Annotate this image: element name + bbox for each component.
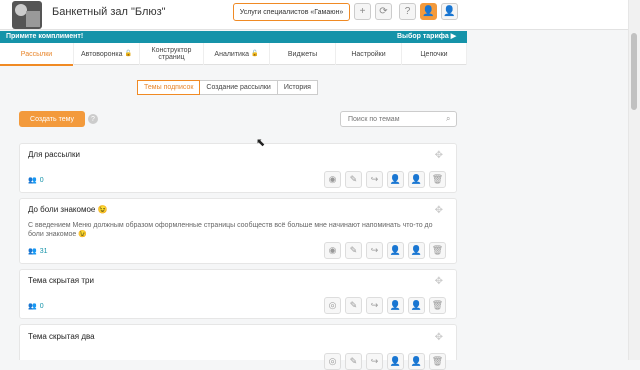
topic-card: Для рассылки ✥ 👥 0 ◉ ✎ ↪ 👤 👤 🗑 (19, 143, 457, 193)
share-icon[interactable]: ↪ (366, 171, 383, 188)
topic-description: С введением Меню должным образом оформле… (28, 222, 433, 238)
user-icon[interactable]: 👤 (441, 3, 458, 20)
share-icon[interactable]: ↪ (366, 297, 383, 314)
topic-actions: ◉ ✎ ↪ 👤 👤 🗑 (320, 242, 446, 259)
add-user-icon[interactable]: 👤 (387, 353, 404, 370)
subtab-history[interactable]: История (276, 80, 318, 95)
scrollbar-thumb[interactable] (631, 33, 637, 110)
topic-actions: ◎ ✎ ↪ 👤 👤 🗑 (320, 297, 446, 314)
add-user-icon[interactable]: 👤 (387, 242, 404, 259)
community-avatar[interactable] (12, 1, 42, 29)
topic-actions: ◉ ✎ ↪ 👤 👤 🗑 (320, 171, 446, 188)
add-user-icon[interactable]: 👤 (387, 297, 404, 314)
topic-title: До боли знакомое 😉 (28, 205, 108, 214)
share-icon[interactable]: ↪ (366, 242, 383, 259)
eye-slash-icon[interactable]: ◎ (324, 297, 341, 314)
users-icon: 👥 (28, 303, 37, 310)
topic-title: Тема скрытая три (28, 276, 94, 285)
tab-widgets[interactable]: Виджеты (270, 43, 336, 65)
topic-card: До боли знакомое 😉 ✥ С введением Меню до… (19, 198, 457, 264)
banner-left-text[interactable]: Примите комплимент! (6, 33, 83, 40)
subtab-create-mailing[interactable]: Создание рассылки (199, 80, 278, 95)
subscriber-count[interactable]: 👥 0 (28, 176, 44, 185)
tab-analytics[interactable]: Аналитика 🔓 (204, 43, 270, 65)
trash-icon[interactable]: 🗑 (429, 242, 446, 259)
specialists-button[interactable]: Услуги специалистов «Гамаюн» (233, 3, 350, 21)
banner-tariff-link[interactable]: Выбор тарифа ▶ (397, 31, 456, 43)
topic-title: Тема скрытая два (28, 332, 95, 341)
main-tabs: Рассылки Автоворонка 🔓 Конструктор страни… (0, 43, 467, 66)
sub-tabs: Темы подписок Создание рассылки История (137, 80, 318, 95)
lock-icon: 🔓 (251, 50, 259, 57)
tab-autofunnel[interactable]: Автоворонка 🔓 (74, 43, 140, 65)
tab-chains[interactable]: Цепочки (402, 43, 467, 65)
drag-handle-icon[interactable]: ✥ (435, 276, 443, 287)
eye-icon[interactable]: ◉ (324, 242, 341, 259)
eye-icon[interactable]: ◉ (324, 171, 341, 188)
eye-slash-icon[interactable]: ◎ (324, 353, 341, 370)
help-icon[interactable]: ? (88, 114, 98, 124)
trash-icon[interactable]: 🗑 (429, 171, 446, 188)
community-title[interactable]: Банкетный зал "Блюз" (52, 6, 166, 18)
edit-icon[interactable]: ✎ (345, 171, 362, 188)
mouse-cursor-icon: ⬉ (256, 137, 266, 149)
user-icon[interactable]: 👤 (408, 353, 425, 370)
drag-handle-icon[interactable]: ✥ (435, 150, 443, 161)
tab-mailings[interactable]: Рассылки (0, 43, 74, 66)
users-icon: 👥 (28, 177, 37, 184)
subscriber-count[interactable]: 👥 0 (28, 302, 44, 311)
topic-card: Тема скрытая три ✥ 👥 0 ◎ ✎ ↪ 👤 👤 🗑 (19, 269, 457, 319)
search-input[interactable] (340, 111, 457, 127)
share-icon[interactable]: ↪ (366, 353, 383, 370)
plus-icon[interactable]: + (354, 3, 371, 20)
topic-title: Для рассылки (28, 150, 80, 159)
user-icon[interactable]: 👤 (408, 242, 425, 259)
add-user-icon[interactable]: 👤 (387, 171, 404, 188)
create-topic-button[interactable]: Создать тему (19, 111, 85, 127)
search-icon[interactable]: ⌕ (446, 114, 450, 124)
promo-banner[interactable]: Примите комплимент! Выбор тарифа ▶ (0, 31, 467, 43)
subscriber-count[interactable]: 👥 31 (28, 247, 48, 256)
edit-icon[interactable]: ✎ (345, 353, 362, 370)
user-icon[interactable]: 👤 (408, 297, 425, 314)
tab-settings[interactable]: Настройки (336, 43, 402, 65)
user-orange-icon[interactable]: 👤 (420, 3, 437, 20)
drag-handle-icon[interactable]: ✥ (435, 332, 443, 343)
user-icon[interactable]: 👤 (408, 171, 425, 188)
topic-actions: ◎ ✎ ↪ 👤 👤 🗑 (320, 353, 446, 370)
edit-icon[interactable]: ✎ (345, 242, 362, 259)
tab-page-builder[interactable]: Конструктор страниц (140, 43, 204, 65)
edit-icon[interactable]: ✎ (345, 297, 362, 314)
refresh-icon[interactable]: ⟳ (375, 3, 392, 20)
subtab-topics[interactable]: Темы подписок (137, 80, 201, 95)
lock-icon: 🔓 (124, 50, 133, 57)
top-bar: Банкетный зал "Блюз" Услуги специалистов… (0, 0, 640, 30)
drag-handle-icon[interactable]: ✥ (435, 205, 443, 216)
users-icon: 👥 (28, 248, 37, 255)
trash-icon[interactable]: 🗑 (429, 353, 446, 370)
topic-card: Тема скрытая два ✥ ◎ ✎ ↪ 👤 👤 🗑 (19, 324, 457, 370)
help-icon[interactable]: ? (399, 3, 416, 20)
trash-icon[interactable]: 🗑 (429, 297, 446, 314)
